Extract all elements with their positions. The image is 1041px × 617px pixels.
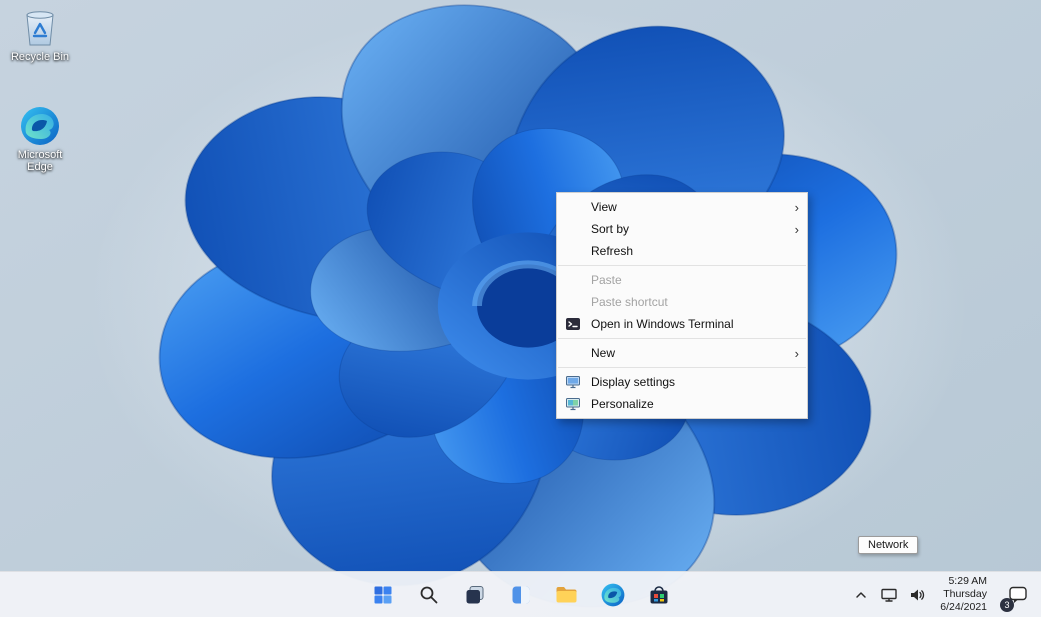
clock-date: 6/24/2021 — [940, 601, 987, 614]
personalize-icon — [565, 396, 591, 412]
network-tooltip: Network — [858, 536, 918, 554]
microsoft-store-button[interactable] — [639, 575, 679, 615]
menu-item-paste-shortcut: Paste shortcut — [557, 291, 807, 313]
edge-logo-icon — [8, 104, 72, 146]
clock-day: Thursday — [940, 588, 987, 601]
menu-separator — [558, 338, 806, 339]
menu-item-paste: Paste — [557, 269, 807, 291]
start-button[interactable] — [363, 575, 403, 615]
taskbar-system-tray: 5:29 AM Thursday 6/24/2021 3 — [848, 572, 1037, 617]
recycle-bin-label: Recycle Bin — [8, 51, 72, 63]
network-tray-button[interactable] — [876, 575, 902, 615]
notification-center-button[interactable]: 3 — [999, 575, 1037, 615]
volume-tray-button[interactable] — [904, 575, 930, 615]
taskbar-clock[interactable]: 5:29 AM Thursday 6/24/2021 — [932, 575, 997, 614]
widgets-icon — [509, 583, 533, 607]
search-icon — [418, 584, 440, 606]
menu-item-personalize[interactable]: Personalize — [557, 393, 807, 415]
folder-icon — [554, 582, 579, 607]
chevron-right-icon: › — [789, 223, 799, 236]
clock-time: 5:29 AM — [940, 575, 987, 588]
windows-logo-icon — [371, 583, 395, 607]
edge-icon — [601, 583, 625, 607]
menu-item-sort-by[interactable]: Sort by › — [557, 218, 807, 240]
windows-desktop[interactable]: Recycle Bin Microsoft Edge — [0, 0, 1041, 617]
edge-taskbar-button[interactable] — [593, 575, 633, 615]
network-icon — [880, 586, 898, 604]
menu-item-refresh[interactable]: Refresh — [557, 240, 807, 262]
search-button[interactable] — [409, 575, 449, 615]
edge-label: Microsoft Edge — [8, 149, 72, 173]
store-icon — [647, 583, 671, 607]
notification-badge: 3 — [1000, 598, 1014, 612]
recycle-bin-icon — [8, 6, 72, 48]
chevron-right-icon: › — [789, 347, 799, 360]
desktop-icon-recycle-bin[interactable]: Recycle Bin — [8, 6, 72, 63]
display-icon — [565, 374, 591, 390]
taskbar: 5:29 AM Thursday 6/24/2021 3 — [0, 571, 1041, 617]
chevron-up-icon — [854, 588, 868, 602]
desktop-icon-microsoft-edge[interactable]: Microsoft Edge — [8, 104, 72, 173]
widgets-button[interactable] — [501, 575, 541, 615]
wallpaper-bloom — [0, 0, 1041, 617]
speaker-icon — [908, 586, 926, 604]
show-hidden-icons-button[interactable] — [848, 575, 874, 615]
task-view-button[interactable] — [455, 575, 495, 615]
file-explorer-button[interactable] — [547, 575, 587, 615]
task-view-icon — [463, 583, 487, 607]
menu-item-open-in-windows-terminal[interactable]: Open in Windows Terminal — [557, 313, 807, 335]
terminal-icon — [565, 316, 591, 332]
menu-separator — [558, 367, 806, 368]
menu-item-view[interactable]: View › — [557, 196, 807, 218]
menu-item-new[interactable]: New › — [557, 342, 807, 364]
menu-item-display-settings[interactable]: Display settings — [557, 371, 807, 393]
chevron-right-icon: › — [789, 201, 799, 214]
desktop-context-menu: View › Sort by › Refresh Paste Paste sho… — [556, 192, 808, 419]
menu-separator — [558, 265, 806, 266]
